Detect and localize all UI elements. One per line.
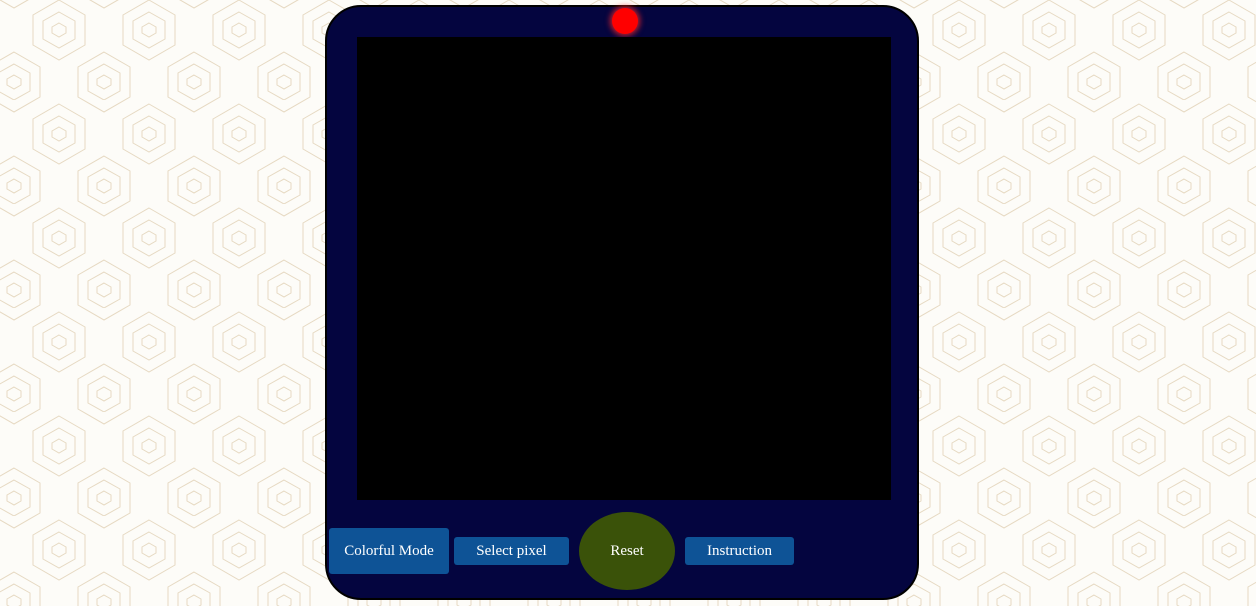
colorful-mode-button[interactable]: Colorful Mode	[329, 528, 449, 574]
status-led-icon	[612, 8, 638, 34]
device-frame: Colorful Mode Select pixel Reset Instruc…	[325, 5, 919, 600]
select-pixel-button[interactable]: Select pixel	[454, 537, 569, 565]
instruction-button[interactable]: Instruction	[685, 537, 794, 565]
pixel-screen[interactable]	[357, 37, 891, 500]
reset-button[interactable]: Reset	[579, 512, 675, 590]
